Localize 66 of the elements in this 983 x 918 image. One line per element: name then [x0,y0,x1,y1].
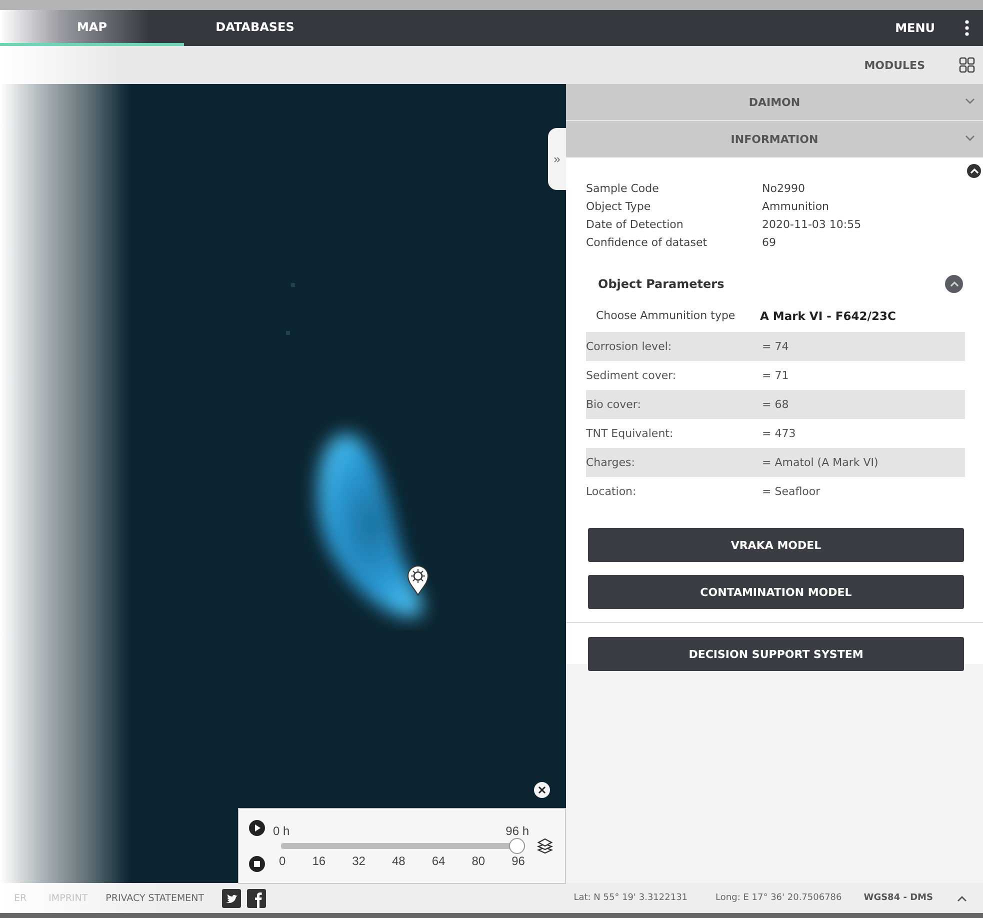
menu-button[interactable]: MENU [865,10,965,46]
map-marker [286,331,290,335]
map-pin-icon[interactable] [406,564,430,596]
info-value: Ammunition [762,200,830,213]
tick-label: 32 [352,854,366,868]
twitter-icon[interactable] [222,888,242,908]
footer-link[interactable]: PRIVACY STATEMENT [106,892,204,904]
play-icon[interactable] [249,820,265,836]
parameter-label: Sediment cover: [586,369,678,382]
parameter-value: = 71 [762,369,790,382]
chevron-up-icon[interactable] [957,894,967,902]
projection-label: WGS84 - DMS [864,893,933,903]
end-time-label: 96 h [506,824,529,838]
field-label: Choose Ammunition type [596,309,736,323]
close-icon [538,786,546,794]
info-value: No2990 [762,182,806,195]
parameter-value: = 68 [762,398,790,411]
modules-button[interactable]: MODULES [858,58,931,72]
model-button[interactable]: CONTAMINATION MODEL [588,575,964,609]
chevron-up-icon [970,168,978,174]
info-value: 2020-11-03 10:55 [762,218,862,231]
info-label: Object Type [586,200,652,213]
stop-icon[interactable] [249,856,265,872]
info-label: Date of Detection [586,218,684,231]
map-marker [291,283,295,287]
tick-label: 0 [279,854,286,868]
parameter-label: TNT Equivalent: [586,427,674,440]
info-label: Confidence of dataset [586,236,708,249]
tick-label: 48 [392,854,406,868]
ammunition-select[interactable]: A Mark VI - F642/23C [760,309,965,323]
parameter-value: = 473 [762,427,797,440]
model-button[interactable]: VRAKA MODEL [588,528,964,562]
section-title: Object Parameters [598,277,724,291]
accordion-header[interactable]: DAIMON [566,84,983,121]
grid-icon[interactable] [959,57,975,73]
tick-label: 16 [312,854,326,868]
parameter-value: = 74 [762,340,790,353]
collapse-button[interactable] [945,275,963,293]
expand-handle[interactable]: » [548,128,566,190]
tick-label: 80 [472,854,486,868]
decision-support-button[interactable]: DECISION SUPPORT SYSTEM [588,637,964,671]
info-value: 69 [762,236,777,249]
tick-label: 96 [512,854,525,868]
start-time-label: 0 h [273,824,290,838]
collapse-button[interactable] [967,164,981,178]
slider-thumb[interactable] [509,838,525,854]
tick-label: 64 [432,854,446,868]
longitude-readout: Long: E 17° 36' 20.7506786 [716,893,842,903]
chevron-down-icon [965,134,975,142]
nav-tab[interactable]: DATABASES [184,10,326,46]
latitude-readout: Lat: N 55° 19' 3.3122131 [574,893,688,903]
parameter-label: Bio cover: [586,398,642,411]
close-button[interactable] [534,782,550,798]
parameter-label: Corrosion level: [586,340,673,353]
chevron-up-icon [950,281,958,287]
layers-icon[interactable] [537,838,553,854]
parameter-label: Location: [586,485,638,498]
parameter-value: = Amatol (A Mark VI) [762,456,880,469]
info-label: Sample Code [586,182,660,195]
more-icon[interactable] [965,20,969,36]
facebook-icon[interactable] [247,888,266,908]
parameter-label: Charges: [586,456,636,469]
map-view[interactable]: » 0 h 96 h 0 16 32 48 64 80 96 [0,84,566,883]
parameter-value: = Seafloor [762,485,822,498]
accordion-header[interactable]: INFORMATION [566,121,983,158]
chevron-down-icon [965,97,975,105]
